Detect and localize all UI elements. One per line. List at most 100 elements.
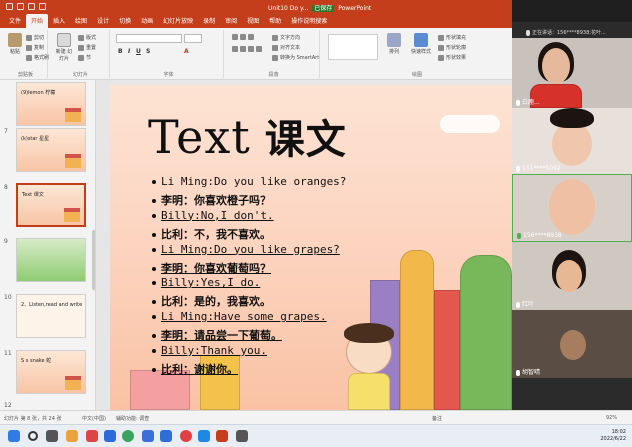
slide-thumbnail-11[interactable]: S s snake 蛇 bbox=[16, 350, 86, 394]
zoom-level[interactable]: 92% bbox=[606, 415, 617, 421]
tab-6[interactable]: 动画 bbox=[136, 14, 158, 28]
present-icon[interactable] bbox=[39, 3, 46, 10]
participant-name: 156****8938 bbox=[517, 232, 562, 239]
word-icon[interactable] bbox=[104, 430, 116, 442]
system-clock[interactable]: 18:02 2022/6/22 bbox=[600, 429, 626, 443]
quick-access-toolbar bbox=[6, 3, 46, 10]
title-chinese: 课文 bbox=[264, 117, 347, 163]
format-painter-button[interactable]: 格式刷 bbox=[26, 54, 49, 61]
underline-button[interactable]: U bbox=[136, 48, 141, 55]
text-direction-button[interactable]: 文字方向 bbox=[272, 34, 300, 41]
shape-effects-button[interactable]: 形状效果 bbox=[438, 54, 466, 61]
save-icon[interactable] bbox=[6, 3, 13, 10]
thumbnail-text: S s snake 蛇 bbox=[21, 358, 52, 364]
bullet-icon bbox=[152, 315, 156, 320]
video-meeting-pane: 正在讲话：156****8938;花叶... 白鹿... 151****5092… bbox=[512, 0, 632, 412]
align-text-button[interactable]: 对齐文本 bbox=[272, 44, 300, 51]
undo-icon[interactable] bbox=[17, 3, 24, 10]
app-icon[interactable] bbox=[180, 430, 192, 442]
thumbnail-text: Text 课文 bbox=[22, 192, 44, 198]
participant-tile[interactable]: 白鹿... bbox=[512, 38, 632, 108]
mic-icon bbox=[516, 369, 520, 376]
shape-fill-button[interactable]: 形状填充 bbox=[438, 34, 466, 41]
copy-button[interactable]: 复制 bbox=[26, 44, 44, 51]
meeting-app-icon[interactable] bbox=[198, 430, 210, 442]
tab-0[interactable]: 文件 bbox=[4, 14, 26, 28]
browser-icon[interactable] bbox=[122, 430, 134, 442]
document-title: Unit10 Do y... 已保存 PowerPoint bbox=[268, 3, 371, 12]
paragraph-group-label: 段落 bbox=[268, 72, 279, 78]
smartart-icon bbox=[272, 54, 278, 61]
paste-button[interactable]: 粘贴 bbox=[5, 33, 25, 55]
reset-button[interactable]: 重置 bbox=[78, 44, 96, 51]
tab-3[interactable]: 绘图 bbox=[70, 14, 92, 28]
bullet-icon bbox=[152, 367, 156, 372]
align-buttons[interactable] bbox=[232, 46, 262, 52]
tab-4[interactable]: 设计 bbox=[92, 14, 114, 28]
bullet-icon bbox=[152, 180, 156, 184]
participant-tile[interactable]: 红叶 bbox=[512, 242, 632, 310]
tab-1[interactable]: 开始 bbox=[26, 14, 49, 28]
bold-button[interactable]: B bbox=[118, 48, 123, 55]
tab-10[interactable]: 视图 bbox=[242, 14, 264, 28]
current-slide[interactable]: Text 课文 Li Ming:Do you like oranges? 李明：你喜… bbox=[110, 85, 512, 410]
numbering-icon bbox=[240, 34, 246, 40]
slide-thumbnail-pane: (9)lemon 柠檬 7 (k)star 星星 8 Text 课文 9 10 … bbox=[0, 80, 96, 410]
tab-8[interactable]: 录制 bbox=[198, 14, 220, 28]
dialogue-line: Li Ming:Do you like oranges? bbox=[152, 175, 346, 188]
app-icon[interactable] bbox=[86, 430, 98, 442]
tab-12[interactable]: 操作说明搜索 bbox=[286, 14, 332, 28]
reset-icon bbox=[78, 44, 84, 51]
arrange-button[interactable]: 排列 bbox=[384, 33, 404, 55]
tab-2[interactable]: 插入 bbox=[48, 14, 70, 28]
tab-5[interactable]: 切换 bbox=[114, 14, 136, 28]
task-view-icon[interactable] bbox=[46, 430, 58, 442]
building-drawing bbox=[434, 290, 460, 410]
shadow-button[interactable]: S bbox=[146, 48, 150, 55]
section-button[interactable]: 节 bbox=[78, 54, 91, 61]
font-color-button[interactable]: A bbox=[184, 48, 189, 55]
windows-start-icon[interactable] bbox=[8, 430, 20, 442]
font-family-select[interactable] bbox=[116, 34, 182, 43]
notes-button[interactable]: 备注 bbox=[432, 415, 442, 422]
shapes-gallery[interactable] bbox=[328, 34, 378, 60]
new-slide-button[interactable]: 新建 幻灯片 bbox=[54, 33, 74, 62]
quick-styles-button[interactable]: 快速样式 bbox=[408, 33, 434, 55]
participant-tile-active-speaker[interactable]: 156****8938 bbox=[512, 174, 632, 242]
title-bar: Unit10 Do y... 已保存 PowerPoint bbox=[0, 0, 512, 14]
fill-bucket-icon bbox=[438, 34, 444, 41]
drawing-group: 排列 快速样式 形状填充 形状轮廓 形状效果 绘图 bbox=[324, 30, 510, 78]
powerpoint-icon[interactable] bbox=[216, 430, 228, 442]
slide-thumbnail-8-selected[interactable]: Text 课文 bbox=[16, 183, 86, 227]
language-indicator[interactable]: 中文(中国) bbox=[82, 415, 106, 422]
bullet-icon bbox=[152, 232, 156, 237]
dialogue-text: 比利：谢谢你。 bbox=[161, 362, 238, 376]
slide-thumbnail-6[interactable]: (9)lemon 柠檬 bbox=[16, 82, 86, 126]
bullets-button[interactable] bbox=[232, 34, 254, 40]
clock-time: 18:02 bbox=[611, 429, 626, 435]
tab-11[interactable]: 帮助 bbox=[264, 14, 286, 28]
file-explorer-icon[interactable] bbox=[66, 430, 78, 442]
dialogue-text: 李明：请品尝一下葡萄。 bbox=[161, 329, 282, 343]
smartart-button[interactable]: 转换为 SmartArt bbox=[272, 54, 319, 61]
app-icon[interactable] bbox=[142, 430, 154, 442]
participant-tile[interactable]: 胡智晴 bbox=[512, 310, 632, 378]
tab-7[interactable]: 幻灯片放映 bbox=[158, 14, 198, 28]
slide-thumbnail-7[interactable]: (k)star 星星 bbox=[16, 128, 86, 172]
font-size-select[interactable] bbox=[184, 34, 202, 43]
app-icon[interactable] bbox=[160, 430, 172, 442]
slide-thumbnail-10[interactable]: 2、Listen,read and write bbox=[16, 294, 86, 338]
dialogue-text: Billy:No,I don't. bbox=[161, 208, 274, 222]
italic-button[interactable]: I bbox=[128, 48, 130, 55]
cloud-drawing bbox=[440, 115, 500, 133]
slide-thumbnail-9[interactable] bbox=[16, 238, 86, 282]
search-icon[interactable] bbox=[28, 431, 38, 441]
cut-button[interactable]: 剪切 bbox=[26, 34, 44, 41]
accessibility-checker[interactable]: 辅助功能: 调查 bbox=[116, 415, 149, 422]
tab-9[interactable]: 审阅 bbox=[220, 14, 242, 28]
shape-outline-button[interactable]: 形状轮廓 bbox=[438, 44, 466, 51]
layout-button[interactable]: 版式 bbox=[78, 34, 96, 41]
participant-tile[interactable]: 151****5092 bbox=[512, 108, 632, 174]
app-icon[interactable] bbox=[236, 430, 248, 442]
redo-icon[interactable] bbox=[28, 3, 35, 10]
